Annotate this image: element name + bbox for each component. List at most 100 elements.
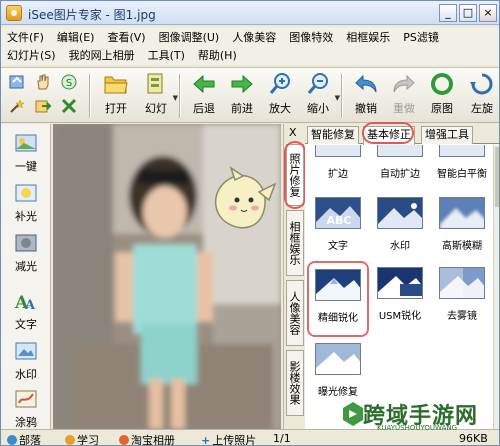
tab-studio-effects[interactable]: 影楼效果 — [286, 350, 304, 416]
reduce-light-label: 减光 — [15, 260, 37, 273]
zoom-out-label: 缩小 — [307, 102, 329, 115]
effect-thumbnail — [377, 267, 423, 299]
fill-light-label: 补光 — [15, 210, 37, 223]
effect-fine-sharpen[interactable]: 精细锐化 — [307, 261, 369, 337]
tab-photo-repair[interactable]: 照片修复 — [286, 144, 304, 206]
redo-button[interactable]: 重做 — [385, 72, 423, 120]
zoom-in-button[interactable]: 放大 — [261, 72, 299, 120]
doodle-label: 涂鸦 — [15, 416, 37, 429]
watermark-label: 水印 — [15, 368, 37, 381]
text-tool[interactable]: AA 文字 — [4, 288, 48, 332]
status-taobao-album[interactable]: 淘宝相册 — [119, 432, 175, 445]
text-icon: AA — [13, 288, 39, 314]
original-icon — [430, 72, 454, 96]
tab-basic-correction[interactable]: 基本修正 — [363, 126, 415, 145]
doodle-icon — [13, 386, 39, 412]
window-title: iSee图片专家 - 图1.jpg — [28, 8, 156, 22]
back-button[interactable]: 后退 — [185, 72, 223, 120]
effect-label: 扩边 — [328, 169, 348, 180]
menu-online-album[interactable]: 我的网上相册 — [69, 47, 135, 63]
tab-enhance-tools[interactable]: 增强工具 — [421, 126, 473, 144]
rotate-left-label: 左旋 — [471, 102, 493, 115]
status-upload-photo[interactable]: + 上传照片 — [201, 432, 256, 446]
slideshow-dropdown-arrow[interactable]: ▼ — [173, 94, 178, 102]
rotate-left-button[interactable]: 左旋 — [463, 72, 499, 120]
effect-watermark[interactable]: 水印 — [369, 197, 431, 269]
tab-smart-repair[interactable]: 智能修复 — [307, 126, 359, 144]
toolbar-separator — [89, 74, 91, 118]
site-watermark: 跨域手游网 KUAYUSHOUYOUWANG — [341, 398, 499, 432]
svg-text:A: A — [24, 298, 36, 313]
effect-label: USM锐化 — [378, 311, 422, 322]
menu-ps-filters[interactable]: PS滤镜 — [403, 29, 439, 45]
status-tribe[interactable]: 部落 — [7, 432, 41, 445]
tab-frames-fun[interactable]: 相框娱乐 — [286, 210, 304, 276]
effect-gaussian-blur[interactable]: 高斯模糊 — [431, 197, 493, 269]
open-label: 打开 — [105, 102, 127, 115]
menu-tools[interactable]: 工具(T) — [148, 47, 185, 63]
effect-label: 精细锐化 — [318, 313, 358, 324]
zoom-dropdown-arrow[interactable]: ▼ — [335, 94, 340, 102]
zoom-out-button[interactable]: 缩小 ▼ — [299, 72, 340, 120]
effect-label: 去雾镜 — [447, 311, 477, 322]
tab-portrait-beauty[interactable]: 人像美容 — [286, 280, 304, 346]
close-button[interactable]: × — [479, 4, 497, 22]
effect-label: 高斯模糊 — [442, 241, 482, 252]
watermark-tool[interactable]: 水印 — [4, 338, 48, 382]
open-button[interactable]: 打开 — [97, 72, 135, 120]
app-logo-icon[interactable]: S — [59, 72, 79, 92]
image-canvas[interactable] — [53, 124, 281, 429]
maximize-button[interactable]: □ — [459, 4, 477, 22]
window-controls: _ □ × — [439, 4, 497, 22]
original-label: 原图 — [431, 102, 453, 115]
menu-file[interactable]: 文件(F) — [7, 29, 44, 45]
menu-edit[interactable]: 编辑(E) — [57, 29, 95, 45]
effect-label: 智能白平衡 — [437, 169, 487, 180]
forward-button[interactable]: 前进 — [223, 72, 261, 120]
one-click-tool[interactable]: 一键 — [4, 130, 48, 174]
export-icon[interactable] — [33, 96, 53, 116]
menu-image-adjust[interactable]: 图像调整(U) — [159, 29, 220, 45]
effects-scrollbar[interactable] — [493, 145, 499, 429]
scrollbar-thumb[interactable] — [495, 147, 499, 207]
slideshow-icon — [144, 72, 168, 96]
panel-close-button[interactable]: X — [289, 126, 297, 139]
menu-effects[interactable]: 图像特效 — [289, 29, 333, 45]
tribe-icon — [7, 435, 17, 445]
effect-dehaze[interactable]: 去雾镜 — [431, 267, 493, 339]
fill-light-tool[interactable]: 补光 — [4, 180, 48, 224]
minimize-button[interactable]: _ — [439, 4, 457, 22]
undo-icon — [354, 72, 378, 96]
effect-usm-sharpen[interactable]: USM锐化 — [369, 267, 431, 339]
original-button[interactable]: 原图 — [423, 72, 461, 120]
slideshow-button[interactable]: 幻灯 ▼ — [137, 72, 178, 120]
arrow-right-icon — [230, 72, 254, 96]
effect-label: 曝光修复 — [318, 387, 358, 398]
delete-icon[interactable] — [59, 96, 79, 116]
reduce-light-tool[interactable]: 减光 — [4, 230, 48, 274]
folder-icon — [104, 72, 128, 96]
menu-slideshow[interactable]: 幻灯片(S) — [7, 47, 56, 63]
effect-text[interactable]: ABC 文字 — [307, 197, 369, 269]
menu-help[interactable]: 帮助(H) — [198, 47, 237, 63]
menu-view[interactable]: 查看(V) — [107, 29, 145, 45]
effect-thumbnail — [377, 197, 423, 229]
text-label: 文字 — [15, 318, 37, 331]
one-click-label: 一键 — [15, 160, 37, 173]
effect-thumbnail — [315, 145, 361, 157]
toolbar-separator — [341, 74, 343, 118]
effects-panel: 智能修复 基本修正 增强工具 扩边 自动扩边 智能白平衡 ABC 文字 水印 高… — [305, 124, 499, 429]
app-icon — [6, 5, 22, 21]
menu-row-1: 文件(F) 编辑(E) 查看(V) 图像调整(U) 人像美容 图像特效 相框娱乐… — [7, 29, 452, 45]
undo-button[interactable]: 撤销 — [347, 72, 385, 120]
effect-thumbnail — [315, 343, 361, 375]
effect-thumbnail — [439, 267, 485, 299]
refresh-icon[interactable] — [7, 72, 27, 92]
menu-portrait[interactable]: 人像美容 — [232, 29, 276, 45]
watermark-logo-icon — [343, 402, 363, 426]
hand-icon[interactable] — [33, 72, 53, 92]
magic-wand-icon[interactable] — [7, 96, 27, 116]
status-learn[interactable]: 学习 — [65, 432, 99, 445]
doodle-tool[interactable]: 涂鸦 — [4, 386, 48, 430]
menu-frames[interactable]: 相框娱乐 — [346, 29, 390, 45]
